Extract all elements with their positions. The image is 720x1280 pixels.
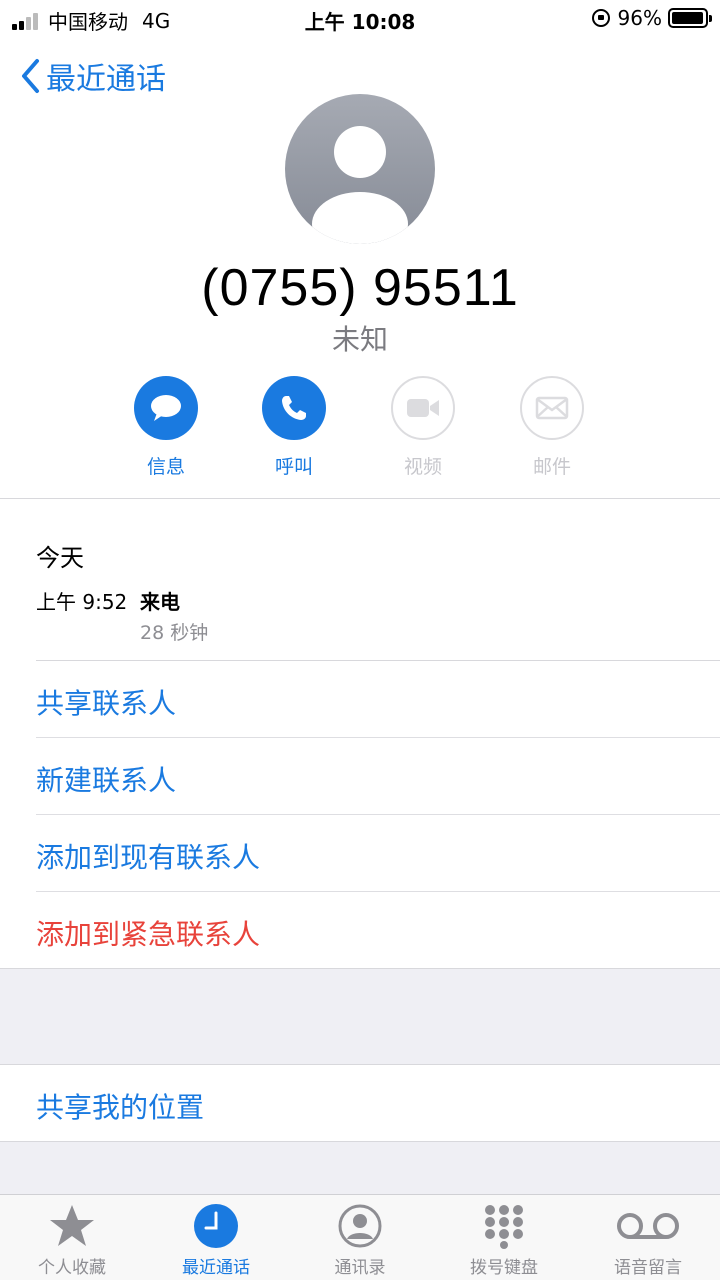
tab-recents[interactable]: 最近通话 bbox=[144, 1201, 288, 1278]
battery-percent: 96% bbox=[617, 6, 662, 30]
video-icon bbox=[407, 399, 439, 417]
tab-favorites[interactable]: 个人收藏 bbox=[0, 1201, 144, 1278]
message-button[interactable]: 信息 bbox=[116, 376, 216, 479]
section-gap bbox=[0, 968, 720, 1065]
new-contact-link[interactable]: 新建联系人 bbox=[36, 759, 176, 799]
share-contact-link[interactable]: 共享联系人 bbox=[36, 682, 176, 722]
chevron-left-icon bbox=[22, 59, 39, 93]
star-icon bbox=[50, 1205, 94, 1246]
add-emergency-contact-link[interactable]: 添加到紧急联系人 bbox=[36, 913, 260, 953]
tab-keypad[interactable]: 拨号键盘 bbox=[432, 1201, 576, 1278]
tab-favorites-label: 个人收藏 bbox=[38, 1258, 106, 1278]
phone-icon bbox=[282, 396, 306, 420]
call-label: 呼叫 bbox=[274, 456, 313, 478]
contacts-icon bbox=[338, 1204, 382, 1248]
list-separator bbox=[36, 891, 720, 892]
list-separator bbox=[36, 737, 720, 738]
tab-voicemail[interactable]: 语音留言 bbox=[576, 1201, 720, 1278]
share-location-link[interactable]: 共享我的位置 bbox=[36, 1086, 204, 1126]
contact-avatar bbox=[285, 94, 435, 244]
history-divider bbox=[36, 660, 720, 661]
person-silhouette-icon bbox=[312, 126, 408, 244]
tab-recents-label: 最近通话 bbox=[182, 1258, 250, 1278]
history-day: 今天 bbox=[36, 544, 84, 572]
call-duration: 28 秒钟 bbox=[140, 622, 209, 644]
clock-icon bbox=[194, 1204, 238, 1248]
status-right: 96% bbox=[591, 6, 712, 30]
mail-label: 邮件 bbox=[532, 456, 571, 478]
list-separator bbox=[36, 814, 720, 815]
back-label: 最近通话 bbox=[46, 62, 166, 97]
mail-icon bbox=[535, 396, 569, 420]
mail-button[interactable]: 邮件 bbox=[502, 376, 602, 479]
contact-number: (0755) 95511 bbox=[201, 259, 519, 317]
section-gap-bottom bbox=[0, 1141, 720, 1194]
tab-keypad-label: 拨号键盘 bbox=[470, 1258, 538, 1278]
video-label: 视频 bbox=[403, 456, 442, 478]
contact-label: 未知 bbox=[331, 323, 388, 356]
message-label: 信息 bbox=[146, 456, 185, 478]
tab-contacts-label: 通讯录 bbox=[334, 1258, 386, 1278]
status-bar: 中国移动 4G 上午 10:08 96% bbox=[0, 0, 720, 38]
message-icon bbox=[151, 395, 181, 421]
add-existing-contact-link[interactable]: 添加到现有联系人 bbox=[36, 836, 260, 876]
orientation-lock-icon bbox=[591, 9, 610, 27]
video-button[interactable]: 视频 bbox=[373, 376, 473, 479]
back-button[interactable]: 最近通话 bbox=[20, 54, 166, 98]
header-divider bbox=[0, 498, 720, 499]
keypad-icon bbox=[485, 1205, 523, 1249]
quick-actions: 信息 呼叫 视频 邮件 bbox=[0, 376, 720, 479]
battery-icon bbox=[668, 8, 712, 28]
call-time: 上午 9:52 bbox=[36, 590, 128, 614]
call-button[interactable]: 呼叫 bbox=[244, 376, 344, 479]
call-type: 来电 bbox=[140, 590, 180, 614]
voicemail-icon bbox=[617, 1213, 679, 1239]
tab-voicemail-label: 语音留言 bbox=[614, 1258, 682, 1278]
tab-contacts[interactable]: 通讯录 bbox=[288, 1201, 432, 1278]
tab-bar: 个人收藏 最近通话 通讯录 拨号键盘 语音留言 bbox=[0, 1194, 720, 1280]
